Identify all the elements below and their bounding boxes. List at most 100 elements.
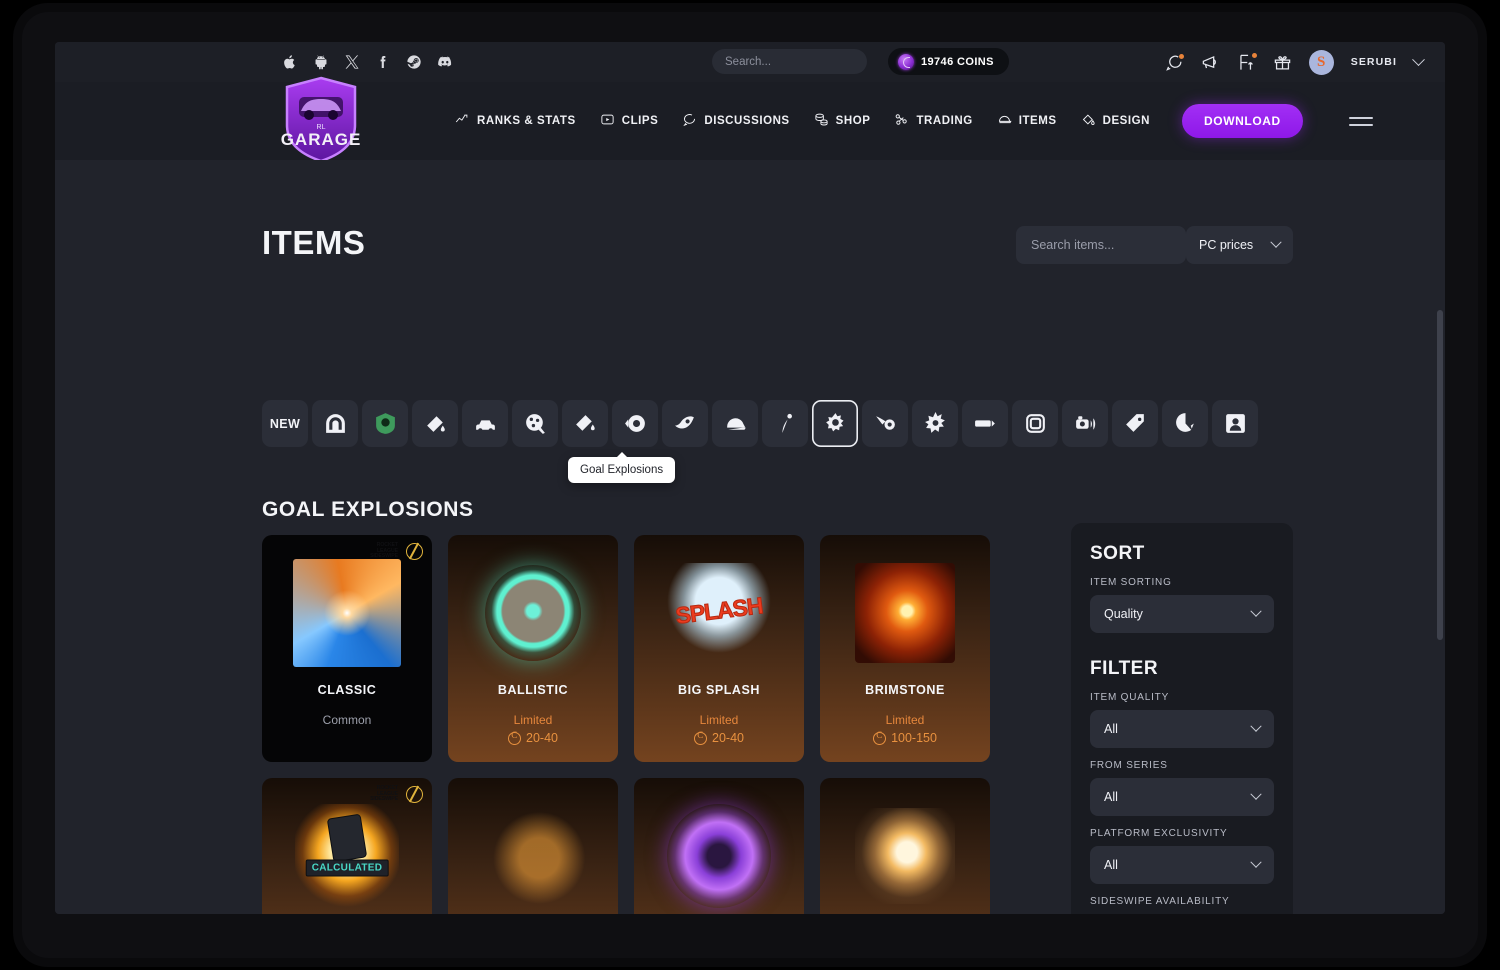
social-links xyxy=(282,54,453,70)
scrollbar-thumb[interactable] xyxy=(1437,310,1443,640)
boost-icon xyxy=(623,411,648,436)
filter-heading: FILTER xyxy=(1090,658,1274,680)
category-rocket-trail[interactable] xyxy=(862,400,908,447)
category-crate[interactable] xyxy=(362,400,408,447)
speech-bubble-icon xyxy=(682,112,697,130)
category-banner[interactable] xyxy=(962,400,1008,447)
category-goal-explosion[interactable] xyxy=(812,400,858,447)
platform-exclusivity-dropdown[interactable]: All xyxy=(1090,846,1274,884)
item-card[interactable]: ROCKETLEAGUESIDESWIPECALCULATEDCALCULATE… xyxy=(262,778,432,914)
category-topper[interactable] xyxy=(712,400,758,447)
category-new[interactable]: NEW xyxy=(262,400,308,447)
blueprint-icon xyxy=(323,411,348,436)
item-card[interactable]: BRIMSTONELimited100-150 xyxy=(820,535,990,762)
apple-icon[interactable] xyxy=(282,54,298,70)
username-label[interactable]: SERUBI xyxy=(1351,56,1397,68)
nav-item-design[interactable]: DESIGN xyxy=(1081,112,1150,130)
item-card[interactable]: CHEQUERED FLAGLimited xyxy=(448,778,618,914)
category-paint-splat[interactable] xyxy=(562,400,608,447)
price-platform-dropdown[interactable]: PC prices xyxy=(1186,226,1293,264)
border-frame-icon xyxy=(1023,411,1048,436)
android-icon[interactable] xyxy=(313,54,329,70)
nav-item-shop[interactable]: SHOP xyxy=(814,112,871,130)
category-trail[interactable] xyxy=(662,400,708,447)
nav-label: RANKS & STATS xyxy=(477,115,576,127)
item-name: BIG SPLASH xyxy=(672,683,766,697)
nav-item-discussions[interactable]: DISCUSSIONS xyxy=(682,112,789,130)
item-artwork xyxy=(663,800,775,912)
nav-item-trading[interactable]: TRADING xyxy=(894,112,972,130)
goal-explosion-icon xyxy=(823,411,848,436)
nav-item-items[interactable]: ITEMS xyxy=(997,112,1057,130)
category-decal[interactable] xyxy=(412,400,458,447)
nav-label: ITEMS xyxy=(1019,115,1057,127)
item-rarity: Limited xyxy=(700,713,739,727)
item-artwork xyxy=(291,557,403,669)
chevron-down-icon xyxy=(1270,237,1281,248)
category-explosion-burst[interactable] xyxy=(912,400,958,447)
item-price: 20-40 xyxy=(694,731,744,745)
item-card[interactable]: SPLASHBIG SPLASHLimited20-40 xyxy=(634,535,804,762)
chat-notification-dot xyxy=(1179,54,1184,59)
chart-line-icon xyxy=(455,112,470,130)
category-avatar-border[interactable] xyxy=(1212,400,1258,447)
coins-balance[interactable]: 19746 COINS xyxy=(888,48,1009,75)
price-platform-value: PC prices xyxy=(1199,238,1253,252)
item-card[interactable]: COSMOSISLimited xyxy=(634,778,804,914)
chevron-down-icon xyxy=(1250,789,1261,800)
category-paint-finish[interactable] xyxy=(1162,400,1208,447)
credits-icon xyxy=(508,732,521,745)
from-series-dropdown[interactable]: All xyxy=(1090,778,1274,816)
rocket-trail-icon xyxy=(873,411,898,436)
item-sorting-dropdown[interactable]: Quality xyxy=(1090,595,1274,633)
category-car-body[interactable] xyxy=(462,400,508,447)
avatar-border-icon xyxy=(1223,411,1248,436)
x-twitter-icon[interactable] xyxy=(344,54,360,70)
from-series-value: All xyxy=(1104,790,1118,804)
chat-icon[interactable] xyxy=(1165,53,1184,72)
item-artwork: CALCULATED xyxy=(291,800,403,912)
no-trade-icon xyxy=(406,543,423,560)
nav-item-clips[interactable]: CLIPS xyxy=(600,112,659,130)
discord-icon[interactable] xyxy=(437,54,453,70)
item-quality-dropdown[interactable]: All xyxy=(1090,710,1274,748)
chevron-down-icon xyxy=(1250,606,1261,617)
page-title: ITEMS xyxy=(262,224,365,262)
category-antenna[interactable] xyxy=(762,400,808,447)
item-card[interactable]: DUST CLOUDLimited xyxy=(820,778,990,914)
category-border[interactable] xyxy=(1012,400,1058,447)
category-engine-audio[interactable] xyxy=(1062,400,1108,447)
nav-label: DESIGN xyxy=(1103,115,1150,127)
nav-item-ranks-stats[interactable]: RANKS & STATS xyxy=(455,112,576,130)
category-price-tag[interactable] xyxy=(1112,400,1158,447)
item-card[interactable]: BALLISTICLimited20-40 xyxy=(448,535,618,762)
category-blueprint[interactable] xyxy=(312,400,358,447)
megaphone-icon[interactable] xyxy=(1201,53,1220,72)
category-boost[interactable] xyxy=(612,400,658,447)
chevron-down-icon[interactable] xyxy=(1412,53,1425,66)
download-button[interactable]: DOWNLOAD xyxy=(1182,104,1303,138)
top-right-actions: S SERUBI xyxy=(1165,42,1423,82)
item-name: BRIMSTONE xyxy=(859,683,951,697)
steam-icon[interactable] xyxy=(406,54,422,70)
item-card[interactable]: ROCKETLEAGUESIDESWIPECLASSICCommon xyxy=(262,535,432,762)
engine-audio-icon xyxy=(1073,411,1098,436)
explosion-burst-icon xyxy=(923,411,948,436)
paint-finish-icon xyxy=(1173,411,1198,436)
avatar[interactable]: S xyxy=(1309,50,1334,75)
main-navigation: RL GARAGE RANKS & STATS CLIPS DISCUSSION… xyxy=(55,82,1445,160)
share-upload-icon[interactable] xyxy=(1237,53,1256,72)
global-search-input[interactable] xyxy=(712,49,867,74)
nav-links: RANKS & STATS CLIPS DISCUSSIONS SHOP TRA… xyxy=(455,82,1373,160)
hamburger-menu-icon[interactable] xyxy=(1349,112,1373,131)
gift-icon[interactable] xyxy=(1273,53,1292,72)
category-wheel[interactable] xyxy=(512,400,558,447)
item-rarity: Common xyxy=(323,713,372,727)
page-scrollbar[interactable] xyxy=(1437,160,1443,914)
decal-icon xyxy=(423,411,448,436)
share-nodes-icon xyxy=(894,112,909,130)
site-logo[interactable]: RL GARAGE xyxy=(277,73,365,165)
credits-icon xyxy=(694,732,707,745)
facebook-icon[interactable] xyxy=(375,54,391,70)
items-search-input[interactable] xyxy=(1016,226,1186,264)
